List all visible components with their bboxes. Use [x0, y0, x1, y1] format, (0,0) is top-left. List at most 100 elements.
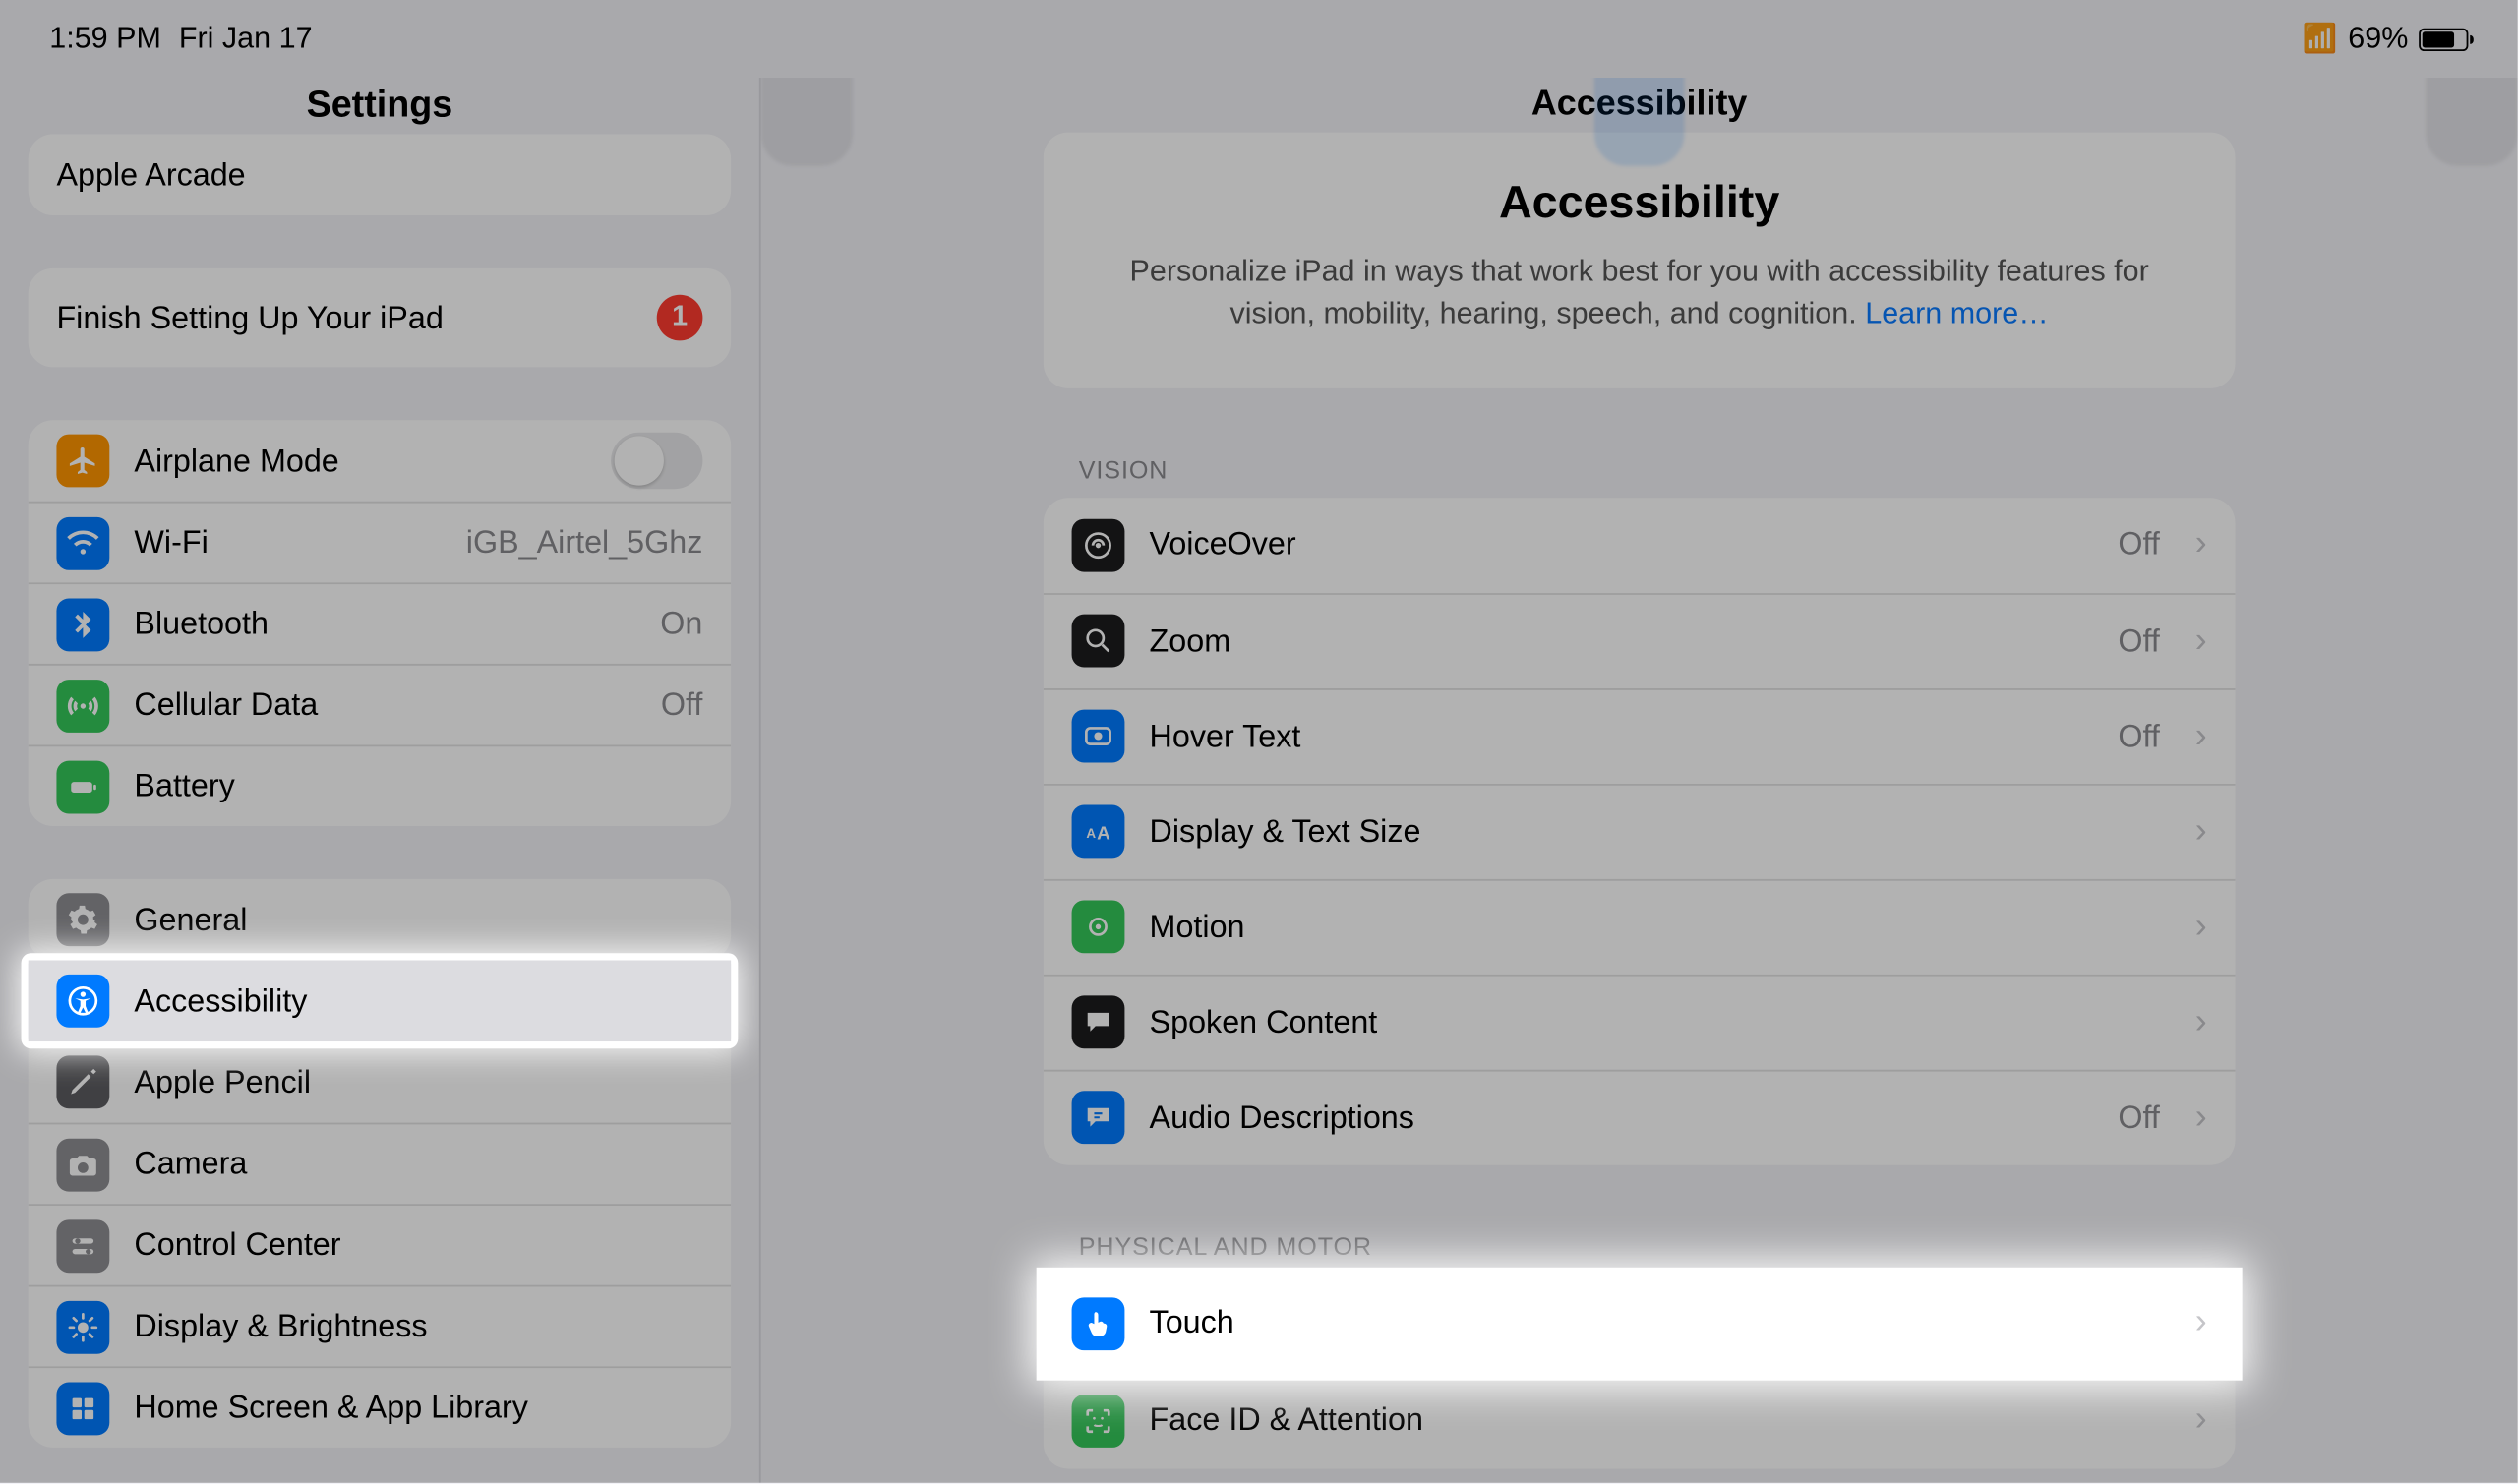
accessibility-icon [56, 975, 109, 1028]
chevron-right-icon: › [2195, 1098, 2207, 1138]
chevron-right-icon: › [2195, 621, 2207, 661]
row-label: Display & Text Size [1150, 813, 2160, 851]
detail-pane: Accessibility Accessibility Personalize … [759, 78, 2518, 1483]
sidebar-item-airplane-mode[interactable]: Airplane Mode [29, 420, 731, 502]
row-label: General [134, 901, 702, 938]
status-time: 1:59 PM [49, 22, 161, 57]
sidebar-item-cellular-data[interactable]: Cellular Data Off [29, 664, 731, 745]
row-label: Wi-Fi [134, 524, 441, 562]
brightness-icon [56, 1300, 109, 1353]
airplane-icon [56, 435, 109, 488]
notification-badge: 1 [657, 295, 703, 341]
row-value: Off [2118, 526, 2160, 564]
row-value: Off [2118, 1099, 2160, 1137]
sidebar-item-wifi[interactable]: Wi-Fi iGB_Airtel_5Ghz [29, 502, 731, 583]
row-label: Accessibility [134, 982, 702, 1020]
row-label: Face ID & Attention [1150, 1401, 2160, 1439]
row-label: Camera [134, 1146, 702, 1183]
svg-text:A: A [1097, 823, 1110, 844]
spoken-content-icon [1072, 996, 1125, 1049]
chevron-right-icon: › [2195, 1303, 2207, 1343]
chevron-right-icon: › [2195, 1400, 2207, 1441]
item-spoken-content[interactable]: Spoken Content › [1044, 974, 2236, 1069]
battery-percent: 69% [2348, 22, 2408, 57]
accessibility-hero: Accessibility Personalize iPad in ways t… [1044, 133, 2236, 388]
sidebar-item-display-brightness[interactable]: Display & Brightness [29, 1285, 731, 1367]
wifi-icon [2303, 22, 2338, 57]
item-zoom[interactable]: Zoom Off › [1044, 592, 2236, 687]
row-label: Bluetooth [134, 606, 635, 643]
row-label: Audio Descriptions [1150, 1099, 2094, 1137]
row-label: Finish Setting Up Your iPad [56, 299, 631, 336]
row-label: Hover Text [1150, 718, 2094, 755]
chevron-right-icon: › [2195, 524, 2207, 564]
chevron-right-icon: › [2195, 811, 2207, 852]
sidebar-item-general[interactable]: General [29, 879, 731, 961]
settings-sidebar: Settings Apple Arcade Finish Setting Up … [0, 78, 759, 1483]
row-label: Spoken Content [1150, 1004, 2160, 1041]
row-label: Airplane Mode [134, 443, 586, 480]
audio-descriptions-icon [1072, 1091, 1125, 1144]
row-label: Home Screen & App Library [134, 1390, 702, 1427]
status-date: Fri Jan 17 [179, 22, 313, 57]
touch-icon [1072, 1297, 1125, 1350]
row-label: Zoom [1150, 623, 2094, 660]
cellular-icon [56, 679, 109, 732]
row-label: VoiceOver [1150, 526, 2094, 564]
row-value: Off [2118, 623, 2160, 660]
row-label: Motion [1150, 909, 2160, 946]
face-id-icon [1072, 1394, 1125, 1447]
motion-icon [1072, 901, 1125, 954]
row-value: iGB_Airtel_5Ghz [466, 524, 703, 562]
text-size-icon: AA [1072, 805, 1125, 859]
row-value: On [660, 606, 702, 643]
zoom-icon [1072, 615, 1125, 668]
item-voiceover[interactable]: VoiceOver Off › [1044, 497, 2236, 592]
row-value: Off [661, 686, 703, 724]
control-center-icon [56, 1218, 109, 1272]
bluetooth-icon [56, 598, 109, 651]
row-label: Apple Pencil [134, 1063, 702, 1100]
row-value: Off [2118, 718, 2160, 755]
sidebar-item-finish-setup[interactable]: Finish Setting Up Your iPad 1 [29, 268, 731, 368]
learn-more-link[interactable]: Learn more… [1865, 296, 2049, 329]
chevron-right-icon: › [2195, 907, 2207, 947]
sidebar-item-apple-arcade[interactable]: Apple Arcade [29, 134, 731, 215]
section-header-physical: Physical and Motor [1079, 1231, 2518, 1260]
row-label: Display & Brightness [134, 1308, 702, 1345]
wifi-icon [56, 516, 109, 569]
airplane-toggle[interactable] [611, 433, 702, 489]
sidebar-item-control-center[interactable]: Control Center [29, 1204, 731, 1285]
item-motion[interactable]: Motion › [1044, 878, 2236, 974]
chevron-right-icon: › [2195, 1002, 2207, 1042]
item-touch[interactable]: Touch › [1044, 1274, 2236, 1373]
sidebar-item-battery[interactable]: Battery [29, 744, 731, 826]
sidebar-item-home-screen[interactable]: Home Screen & App Library [29, 1366, 731, 1448]
sidebar-item-apple-pencil[interactable]: Apple Pencil [29, 1041, 731, 1123]
svg-text:A: A [1086, 826, 1096, 841]
hover-text-icon [1072, 710, 1125, 763]
section-header-vision: Vision [1079, 454, 2518, 483]
item-display-text-size[interactable]: AA Display & Text Size › [1044, 783, 2236, 878]
gear-icon [56, 893, 109, 946]
hero-text: Personalize iPad in ways that work best … [1097, 251, 2183, 334]
hero-title: Accessibility [1097, 175, 2183, 230]
row-label: Cellular Data [134, 686, 635, 724]
item-hover-text[interactable]: Hover Text Off › [1044, 687, 2236, 783]
camera-icon [56, 1138, 109, 1191]
header-decoration [761, 78, 2518, 131]
voiceover-icon [1072, 518, 1125, 571]
item-face-id-attention[interactable]: Face ID & Attention › [1044, 1373, 2236, 1468]
row-label: Touch [1150, 1305, 2160, 1342]
sidebar-item-camera[interactable]: Camera [29, 1123, 731, 1205]
battery-icon [56, 760, 109, 813]
row-label: Battery [134, 768, 702, 805]
home-screen-icon [56, 1382, 109, 1435]
row-label: Control Center [134, 1227, 702, 1265]
row-label: Apple Arcade [56, 156, 702, 194]
sidebar-item-accessibility[interactable]: Accessibility [29, 960, 731, 1041]
battery-icon [2419, 28, 2468, 50]
item-audio-descriptions[interactable]: Audio Descriptions Off › [1044, 1069, 2236, 1164]
pencil-icon [56, 1055, 109, 1108]
sidebar-item-bluetooth[interactable]: Bluetooth On [29, 582, 731, 664]
